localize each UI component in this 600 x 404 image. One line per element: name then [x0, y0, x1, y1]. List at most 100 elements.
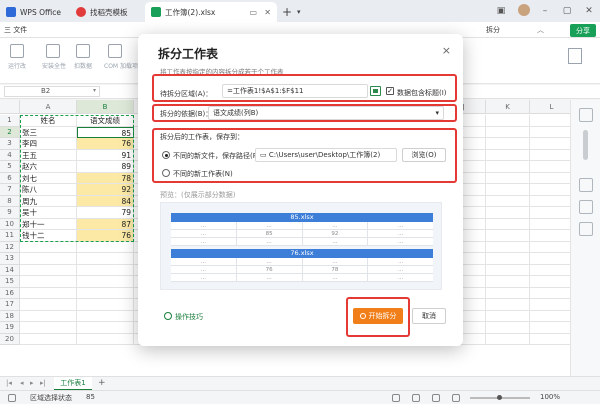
cell[interactable] — [530, 242, 570, 253]
tab-workbook[interactable]: 工作簿(2).xlsx ▭ ✕ — [145, 2, 277, 22]
view-normal-icon[interactable] — [412, 394, 420, 402]
tool-com-addin[interactable]: COM 加载项 — [104, 44, 138, 70]
cell[interactable] — [20, 264, 77, 276]
cell[interactable] — [530, 334, 570, 345]
row-header[interactable]: 2 — [0, 126, 20, 138]
row-header[interactable]: 4 — [0, 149, 20, 161]
cell[interactable] — [530, 219, 570, 230]
tips-link[interactable]: 操作技巧 — [164, 312, 203, 322]
zoom-level[interactable]: 100% — [540, 393, 560, 401]
cell[interactable] — [486, 333, 530, 345]
row-header[interactable]: 19 — [0, 322, 20, 334]
row-header[interactable]: 18 — [0, 310, 20, 322]
view-layout-icon[interactable] — [432, 394, 440, 402]
cell[interactable] — [486, 253, 530, 265]
row-header[interactable]: 14 — [0, 264, 20, 276]
row-header[interactable]: 10 — [0, 218, 20, 230]
cell[interactable] — [486, 195, 530, 207]
cell[interactable] — [530, 150, 570, 161]
row-header[interactable]: 6 — [0, 172, 20, 184]
header-checkbox[interactable]: ✓ — [386, 87, 394, 95]
cell[interactable] — [486, 161, 530, 173]
maximize-icon[interactable]: ▢ — [556, 6, 578, 16]
name-cell[interactable]: 郑十一 — [20, 218, 77, 230]
column-header[interactable]: B — [77, 100, 134, 114]
score-cell[interactable]: 91 — [77, 149, 134, 161]
name-cell[interactable]: 王五 — [20, 149, 77, 161]
header-cell-score[interactable]: 语文成绩 — [77, 115, 134, 127]
close-icon[interactable]: × — [442, 44, 451, 57]
row-header[interactable]: 3 — [0, 138, 20, 150]
cell[interactable] — [530, 265, 570, 276]
row-header[interactable]: 16 — [0, 287, 20, 299]
cell[interactable] — [77, 310, 134, 322]
row-header[interactable]: 12 — [0, 241, 20, 253]
cell[interactable] — [486, 149, 530, 161]
cell[interactable] — [486, 299, 530, 311]
row-header[interactable]: 20 — [0, 333, 20, 345]
cell[interactable] — [530, 127, 570, 138]
basis-select[interactable]: 语文成绩(列B) ▾ — [208, 106, 444, 120]
score-cell[interactable]: 79 — [77, 207, 134, 219]
next-sheet-icon[interactable]: ▸ — [30, 379, 34, 387]
minimize-icon[interactable]: – — [534, 6, 556, 16]
close-icon[interactable]: ✕ — [578, 6, 600, 16]
side-tool-icon[interactable] — [579, 222, 593, 236]
name-box[interactable]: B2 ▾ — [4, 86, 100, 97]
cell[interactable] — [486, 115, 530, 127]
cell[interactable] — [486, 287, 530, 299]
cell[interactable] — [530, 276, 570, 288]
score-cell[interactable]: 76 — [77, 138, 134, 150]
row-header[interactable]: 9 — [0, 207, 20, 219]
row-header[interactable]: 17 — [0, 299, 20, 311]
cell[interactable] — [486, 241, 530, 253]
cell[interactable] — [486, 218, 530, 230]
cell[interactable] — [486, 322, 530, 334]
menu-split[interactable]: 拆分 — [486, 25, 500, 35]
cell[interactable] — [77, 333, 134, 345]
name-cell[interactable]: 李四 — [20, 138, 77, 150]
vertical-scrollbar[interactable] — [570, 100, 600, 376]
name-cell[interactable]: 张三 — [20, 126, 77, 138]
name-cell[interactable]: 吴十 — [20, 207, 77, 219]
cell[interactable] — [77, 299, 134, 311]
chevron-up-icon[interactable]: ︿ — [537, 25, 544, 35]
sheet-tab-active[interactable]: 工作表1 — [54, 377, 92, 391]
score-cell[interactable]: 76 — [77, 230, 134, 242]
column-header[interactable]: A — [20, 100, 77, 114]
cell[interactable] — [530, 288, 570, 299]
cell[interactable] — [20, 253, 77, 265]
name-cell[interactable]: 陈八 — [20, 184, 77, 196]
cell[interactable] — [486, 310, 530, 322]
tool-run[interactable]: 运行改 — [6, 44, 28, 70]
cell[interactable] — [20, 310, 77, 322]
row-header[interactable]: 11 — [0, 230, 20, 242]
cell[interactable] — [77, 322, 134, 334]
cell[interactable] — [530, 299, 570, 311]
share-button[interactable]: 分享 — [570, 24, 596, 37]
layout-icon[interactable]: ▣ — [490, 6, 512, 16]
cell[interactable] — [530, 207, 570, 219]
document-icon[interactable] — [568, 48, 582, 64]
range-picker-icon[interactable] — [370, 86, 381, 96]
close-tab-icon[interactable]: ✕ — [264, 8, 271, 17]
chevron-down-icon[interactable]: ▾ — [297, 2, 309, 22]
cell[interactable] — [20, 322, 77, 334]
cell[interactable] — [77, 287, 134, 299]
cell[interactable] — [530, 311, 570, 322]
range-input[interactable]: =工作表1!$A$1:$F$11 — [222, 84, 368, 98]
zoom-slider-knob[interactable] — [497, 395, 502, 400]
score-cell[interactable]: 78 — [77, 172, 134, 184]
row-header[interactable]: 15 — [0, 276, 20, 288]
radio-new-sheet[interactable] — [162, 169, 170, 177]
side-tool-icon[interactable] — [579, 178, 593, 192]
row-header[interactable]: 1 — [0, 115, 20, 127]
cell[interactable] — [486, 276, 530, 288]
cell[interactable] — [486, 264, 530, 276]
first-sheet-icon[interactable]: |◂ — [6, 379, 12, 387]
cell[interactable] — [20, 276, 77, 288]
cell[interactable] — [77, 241, 134, 253]
name-cell[interactable]: 周九 — [20, 195, 77, 207]
score-cell[interactable]: 84 — [77, 195, 134, 207]
add-sheet-button[interactable]: + — [98, 378, 106, 388]
